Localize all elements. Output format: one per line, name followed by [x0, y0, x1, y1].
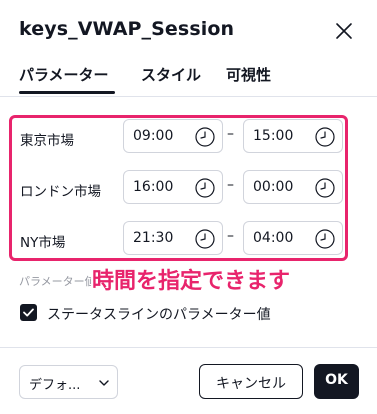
tab-visibility[interactable]: 可視性: [226, 64, 271, 85]
status-line-label: ステータスラインのパラメーター値: [47, 307, 271, 323]
defaults-dropdown[interactable]: デフォ...: [19, 365, 118, 399]
annotation-highlight-box: [9, 115, 348, 261]
defaults-label: デフォ...: [29, 378, 81, 393]
tab-parameters[interactable]: パラメーター: [19, 64, 109, 85]
ok-button[interactable]: OK: [314, 364, 359, 399]
status-line-option[interactable]: ステータスラインのパラメーター値: [20, 303, 340, 323]
active-tab-indicator: [19, 91, 115, 94]
cancel-button[interactable]: キャンセル: [199, 364, 303, 399]
section-label: パラメーター値: [19, 275, 96, 288]
tab-style[interactable]: スタイル: [141, 64, 201, 85]
header-divider: [0, 96, 377, 97]
tab-bar: パラメーター スタイル 可視性: [19, 64, 359, 96]
close-icon: [336, 23, 352, 39]
ok-label: OK: [325, 372, 348, 388]
cancel-label: キャンセル: [216, 376, 286, 392]
chevron-down-icon: [99, 380, 109, 386]
close-button[interactable]: [333, 20, 355, 42]
footer-divider: [0, 347, 377, 348]
dialog-title: keys_VWAP_Session: [19, 18, 235, 40]
check-icon: [23, 308, 34, 317]
status-line-checkbox[interactable]: [20, 304, 37, 321]
annotation-caption: 時間を指定できます: [92, 269, 291, 294]
